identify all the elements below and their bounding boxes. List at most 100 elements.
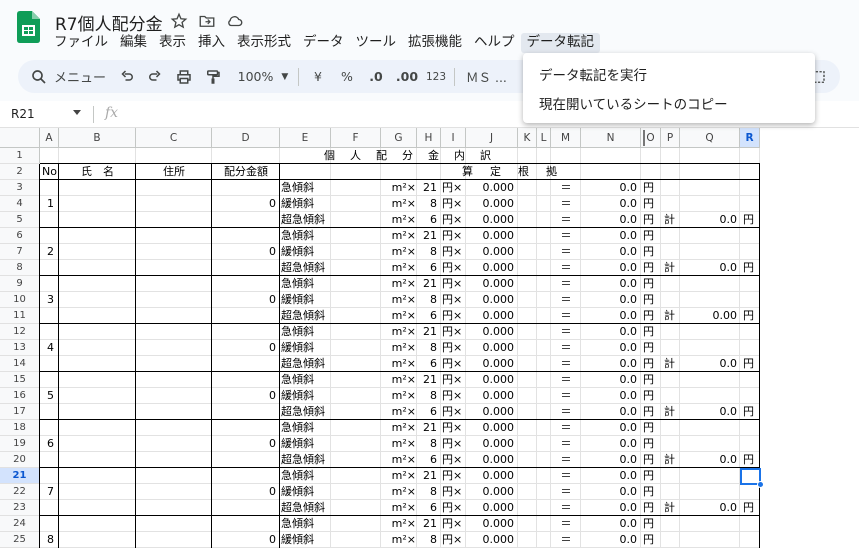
document-title[interactable]: R7個人配分金: [55, 10, 163, 35]
unit-yen-x: 円×: [442, 469, 463, 482]
yen-label: 円: [643, 341, 654, 354]
slope-type-label: 超急傾斜: [281, 357, 325, 370]
row-number: 7: [47, 485, 54, 498]
row-header-4[interactable]: 4: [0, 196, 40, 212]
move-folder-icon[interactable]: [198, 12, 216, 30]
column-header-Q[interactable]: Q: [680, 128, 740, 148]
line-amount: 0.0: [619, 437, 638, 450]
row-header-3[interactable]: 3: [0, 180, 40, 196]
menu-file[interactable]: ファイル: [48, 33, 114, 53]
row-number: 1: [47, 197, 54, 210]
menu-tools[interactable]: ツール: [350, 33, 403, 53]
cloud-saved-icon[interactable]: [226, 12, 244, 30]
menu-data-transfer[interactable]: データ転記: [520, 33, 600, 53]
total-label: 計: [664, 261, 675, 274]
row-header-19[interactable]: 19: [0, 436, 40, 452]
unit-m2: m²×: [391, 293, 416, 306]
line-amount: 0.0: [619, 469, 638, 482]
column-header-B[interactable]: B: [59, 128, 136, 148]
percent-format-button[interactable]: %: [336, 60, 358, 93]
row-header-18[interactable]: 18: [0, 420, 40, 436]
row-header-23[interactable]: 23: [0, 500, 40, 516]
decrease-decimal-button[interactable]: .0: [364, 60, 388, 93]
factor-value: 0.000: [482, 245, 515, 258]
slope-type-label: 超急傾斜: [281, 309, 325, 322]
row-header-6[interactable]: 6: [0, 228, 40, 244]
column-header-R[interactable]: R: [740, 128, 760, 148]
row-header-13[interactable]: 13: [0, 340, 40, 356]
paint-format-button[interactable]: [202, 60, 224, 93]
rate-value: 21: [423, 517, 437, 530]
row-header-20[interactable]: 20: [0, 452, 40, 468]
font-value: ＭＳ ...: [466, 70, 507, 85]
row-header-15[interactable]: 15: [0, 372, 40, 388]
undo-button[interactable]: [116, 60, 138, 93]
redo-button[interactable]: [144, 60, 166, 93]
factor-value: 0.000: [482, 389, 515, 402]
column-header-I[interactable]: I: [441, 128, 466, 148]
column-header-A[interactable]: A: [40, 128, 59, 148]
row-header-17[interactable]: 17: [0, 404, 40, 420]
column-header-H[interactable]: H: [417, 128, 441, 148]
row-header-5[interactable]: 5: [0, 212, 40, 228]
more-formats-button[interactable]: 123: [424, 60, 448, 93]
menu-help[interactable]: ヘルプ: [468, 33, 521, 53]
unit-yen-x: 円×: [442, 277, 463, 290]
run-data-transfer-item[interactable]: データ転記を実行: [539, 64, 647, 84]
menu-view[interactable]: 表示: [153, 33, 192, 53]
column-header-N[interactable]: N: [581, 128, 641, 148]
spreadsheet-grid[interactable]: A B C D E F G H I J K L M N O P Q R 1 2 3 4 5 6 7 8 9 10 11 12 13 14 15 1…: [0, 128, 859, 552]
row-header-1[interactable]: 1: [0, 148, 40, 164]
sheets-logo-icon[interactable]: [17, 11, 40, 43]
column-header-E[interactable]: E: [280, 128, 331, 148]
select-all-corner[interactable]: [0, 128, 40, 148]
row-header-25[interactable]: 25: [0, 532, 40, 548]
menu-edit[interactable]: 編集: [114, 33, 153, 53]
table-border: [135, 164, 136, 548]
menu-data[interactable]: データ: [297, 33, 350, 53]
font-select[interactable]: ＭＳ ...: [466, 60, 526, 93]
header-no: No: [42, 165, 57, 178]
row-header-8[interactable]: 8: [0, 260, 40, 276]
copy-current-sheet-item[interactable]: 現在開いているシートのコピー: [539, 93, 728, 113]
menu-format[interactable]: 表示形式: [231, 33, 297, 53]
total-label: 計: [664, 357, 675, 370]
column-header-L[interactable]: L: [537, 128, 551, 148]
row-header-14[interactable]: 14: [0, 356, 40, 372]
column-header-K[interactable]: K: [518, 128, 537, 148]
row-header-7[interactable]: 7: [0, 244, 40, 260]
unit-m2: m²×: [391, 325, 416, 338]
currency-format-button[interactable]: ¥: [308, 60, 328, 93]
fill-handle[interactable]: [757, 481, 764, 488]
row-header-11[interactable]: 11: [0, 308, 40, 324]
column-header-J[interactable]: J: [466, 128, 518, 148]
yen-label: 円: [743, 405, 754, 418]
name-box[interactable]: R21: [11, 107, 35, 121]
row-header-24[interactable]: 24: [0, 516, 40, 532]
column-header-C[interactable]: C: [136, 128, 212, 148]
row-header-21[interactable]: 21: [0, 468, 40, 484]
increase-decimal-button[interactable]: .00: [394, 60, 420, 93]
column-header-D[interactable]: D: [212, 128, 280, 148]
row-header-2[interactable]: 2: [0, 164, 40, 180]
column-header-P[interactable]: P: [661, 128, 680, 148]
row-header-12[interactable]: 12: [0, 324, 40, 340]
star-icon[interactable]: [170, 12, 188, 30]
print-button[interactable]: [173, 60, 195, 93]
menu-search-button[interactable]: メニュー: [24, 60, 112, 93]
zoom-select[interactable]: 100% ▼: [233, 60, 293, 93]
menu-insert[interactable]: 挿入: [192, 33, 231, 53]
row-header-10[interactable]: 10: [0, 292, 40, 308]
gridline: [739, 148, 740, 548]
column-header-G[interactable]: G: [381, 128, 417, 148]
line-amount: 0.0: [619, 213, 638, 226]
line-amount: 0.0: [619, 261, 638, 274]
chevron-down-icon[interactable]: [73, 110, 81, 115]
row-header-16[interactable]: 16: [0, 388, 40, 404]
column-header-F[interactable]: F: [331, 128, 381, 148]
menu-extensions[interactable]: 拡張機能: [402, 33, 468, 53]
row-header-22[interactable]: 22: [0, 484, 40, 500]
column-header-M[interactable]: M: [551, 128, 581, 148]
row-header-9[interactable]: 9: [0, 276, 40, 292]
yen-label: 円: [643, 533, 654, 546]
